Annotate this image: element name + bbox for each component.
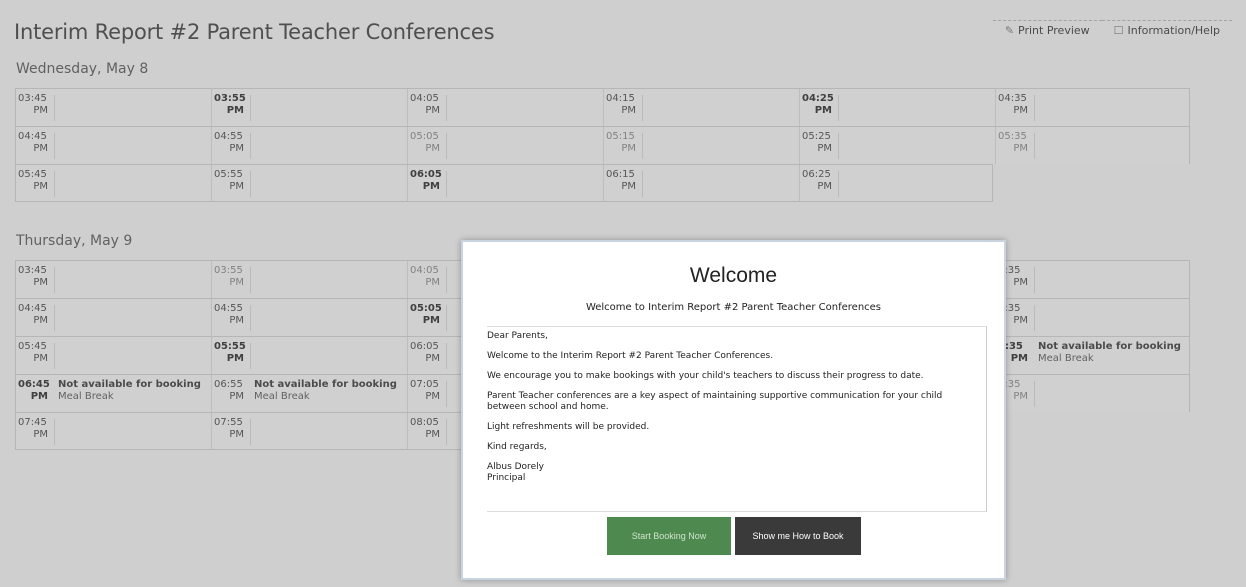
letter-paragraph: Light refreshments will be provided. — [487, 422, 650, 432]
letter-paragraph: We encourage you to make bookings with y… — [487, 371, 924, 381]
welcome-modal: Welcome Welcome to Interim Report #2 Par… — [461, 240, 1006, 580]
how-to-book-button[interactable]: Show me How to Book — [735, 517, 861, 555]
letter-paragraph: Dear Parents, — [487, 331, 548, 341]
modal-buttons: Start Booking Now Show me How to Book — [607, 517, 861, 555]
welcome-letter[interactable]: Dear Parents, Welcome to the Interim Repo… — [487, 326, 987, 512]
modal-title: Welcome — [689, 264, 778, 287]
letter-paragraph: Albus Dorely Principal — [487, 462, 544, 483]
letter-paragraph: Kind regards, — [487, 442, 547, 452]
start-booking-button[interactable]: Start Booking Now — [607, 517, 731, 555]
modal-subtitle: Welcome to Interim Report #2 Parent Teac… — [585, 302, 882, 313]
letter-paragraph: Welcome to the Interim Report #2 Parent … — [487, 351, 774, 361]
letter-paragraph: Parent Teacher conferences are a key asp… — [487, 391, 943, 412]
